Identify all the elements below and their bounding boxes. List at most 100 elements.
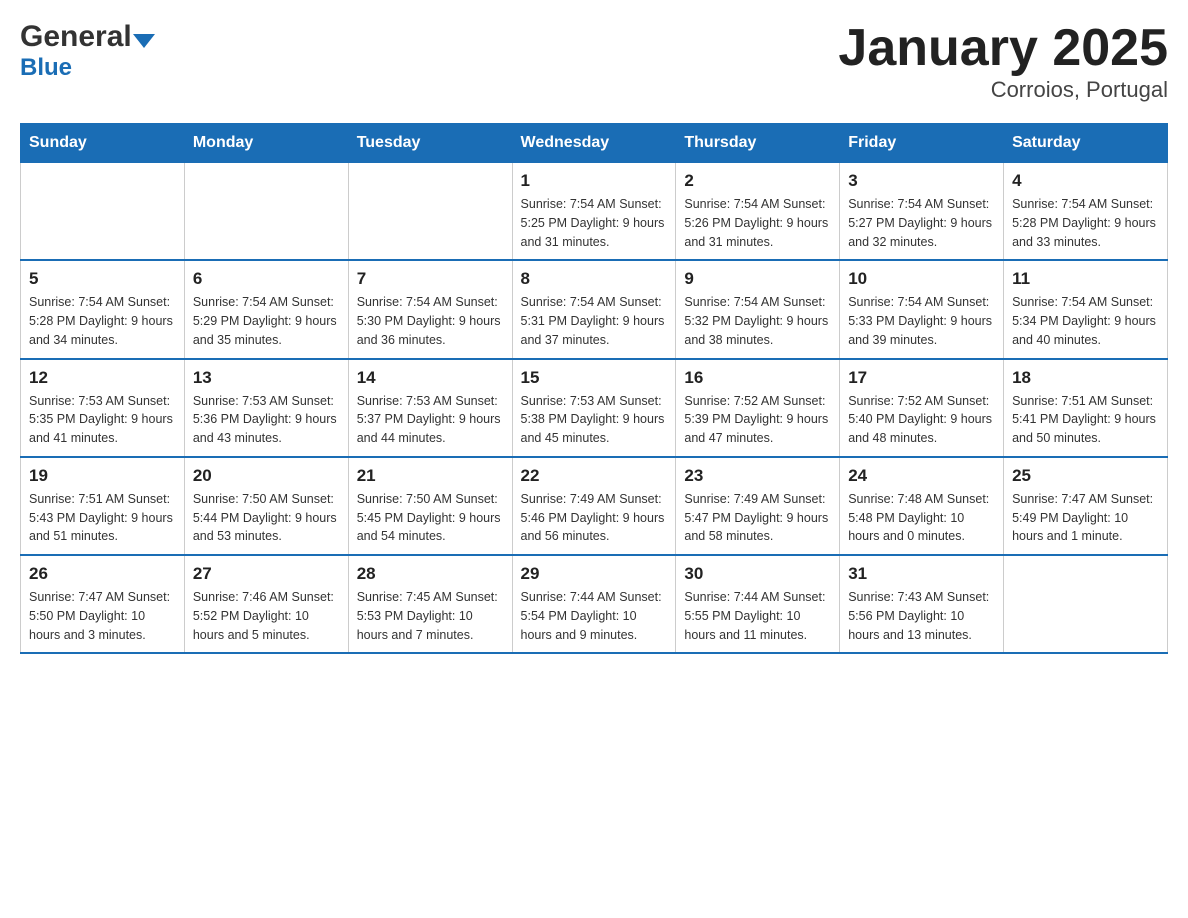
calendar-day-cell: 26Sunrise: 7:47 AM Sunset: 5:50 PM Dayli… <box>21 555 185 653</box>
day-info: Sunrise: 7:54 AM Sunset: 5:34 PM Dayligh… <box>1012 293 1159 349</box>
day-number: 1 <box>521 171 668 191</box>
day-info: Sunrise: 7:49 AM Sunset: 5:46 PM Dayligh… <box>521 490 668 546</box>
calendar-day-cell: 27 Sunrise: 7:46 AM Sunset: 5:52 PM Dayli… <box>184 555 348 653</box>
logo-blue-text: Blue <box>20 54 72 82</box>
day-info: Sunrise: 7:53 AM Sunset: 5:35 PM Dayligh… <box>29 392 176 448</box>
day-number: 14 <box>357 368 504 388</box>
day-info: Sunrise: 7:54 AM Sunset: 5:28 PM Dayligh… <box>1012 195 1159 251</box>
logo-triangle-icon <box>133 34 155 48</box>
calendar-day-cell: 19 Sunrise: 7:51 AM Sunset: 5:43 PM Dayli… <box>21 457 185 555</box>
day-info: Sunrise: 7:54 AM Sunset: 5:25 PM Dayligh… <box>521 195 668 251</box>
day-number: 4 <box>1012 171 1159 191</box>
calendar-day-cell: 13 Sunrise: 7:53 AM Sunset: 5:36 PM Dayli… <box>184 359 348 457</box>
calendar-week-row: 12 Sunrise: 7:53 AM Sunset: 5:35 PM Dayli… <box>21 359 1168 457</box>
calendar-day-cell: 22 Sunrise: 7:49 AM Sunset: 5:46 PM Dayli… <box>512 457 676 555</box>
day-info: Sunrise: 7:53 AM Sunset: 5:36 PM Dayligh… <box>193 392 340 448</box>
day-number: 12 <box>29 368 176 388</box>
day-info: Sunrise: 7:54 AM Sunset: 5:26 PM Dayligh… <box>684 195 831 251</box>
day-of-week-header: Monday <box>184 124 348 163</box>
calendar-day-cell <box>184 163 348 261</box>
calendar-day-cell: 24 Sunrise: 7:48 AM Sunset: 5:48 PM Dayli… <box>840 457 1004 555</box>
day-info: Sunrise: 7:47 AM Sunset: 5:49 PM Dayligh… <box>1012 490 1159 546</box>
calendar-table: SundayMondayTuesdayWednesdayThursdayFrid… <box>20 123 1168 654</box>
calendar-day-cell: 14 Sunrise: 7:53 AM Sunset: 5:37 PM Dayli… <box>348 359 512 457</box>
day-info: Sunrise: 7:49 AM Sunset: 5:47 PM Dayligh… <box>684 490 831 546</box>
calendar-day-cell: 11Sunrise: 7:54 AM Sunset: 5:34 PM Dayli… <box>1004 260 1168 358</box>
day-of-week-header: Wednesday <box>512 124 676 163</box>
day-number: 22 <box>521 466 668 486</box>
calendar-day-cell: 30 Sunrise: 7:44 AM Sunset: 5:55 PM Dayli… <box>676 555 840 653</box>
calendar-day-cell <box>1004 555 1168 653</box>
day-number: 28 <box>357 564 504 584</box>
calendar-week-row: 19 Sunrise: 7:51 AM Sunset: 5:43 PM Dayli… <box>21 457 1168 555</box>
day-number: 29 <box>521 564 668 584</box>
day-of-week-header: Tuesday <box>348 124 512 163</box>
calendar-day-cell: 17Sunrise: 7:52 AM Sunset: 5:40 PM Dayli… <box>840 359 1004 457</box>
day-number: 27 <box>193 564 340 584</box>
day-number: 10 <box>848 269 995 289</box>
calendar-day-cell: 31Sunrise: 7:43 AM Sunset: 5:56 PM Dayli… <box>840 555 1004 653</box>
calendar-day-cell: 4 Sunrise: 7:54 AM Sunset: 5:28 PM Daylig… <box>1004 163 1168 261</box>
day-info: Sunrise: 7:51 AM Sunset: 5:43 PM Dayligh… <box>29 490 176 546</box>
day-info: Sunrise: 7:54 AM Sunset: 5:29 PM Dayligh… <box>193 293 340 349</box>
calendar-day-cell: 23 Sunrise: 7:49 AM Sunset: 5:47 PM Dayli… <box>676 457 840 555</box>
calendar-day-cell: 6 Sunrise: 7:54 AM Sunset: 5:29 PM Daylig… <box>184 260 348 358</box>
logo-general-text: General <box>20 20 132 54</box>
day-info: Sunrise: 7:44 AM Sunset: 5:55 PM Dayligh… <box>684 588 831 644</box>
day-info: Sunrise: 7:54 AM Sunset: 5:27 PM Dayligh… <box>848 195 995 251</box>
calendar-day-cell <box>21 163 185 261</box>
day-number: 3 <box>848 171 995 191</box>
day-number: 13 <box>193 368 340 388</box>
day-info: Sunrise: 7:54 AM Sunset: 5:32 PM Dayligh… <box>684 293 831 349</box>
calendar-day-cell: 8 Sunrise: 7:54 AM Sunset: 5:31 PM Daylig… <box>512 260 676 358</box>
day-number: 25 <box>1012 466 1159 486</box>
day-info: Sunrise: 7:48 AM Sunset: 5:48 PM Dayligh… <box>848 490 995 546</box>
page-subtitle: Corroios, Portugal <box>838 77 1168 103</box>
day-info: Sunrise: 7:51 AM Sunset: 5:41 PM Dayligh… <box>1012 392 1159 448</box>
calendar-day-cell: 25 Sunrise: 7:47 AM Sunset: 5:49 PM Dayli… <box>1004 457 1168 555</box>
calendar-day-cell: 15Sunrise: 7:53 AM Sunset: 5:38 PM Dayli… <box>512 359 676 457</box>
page-title: January 2025 <box>838 20 1168 77</box>
calendar-day-cell: 2Sunrise: 7:54 AM Sunset: 5:26 PM Daylig… <box>676 163 840 261</box>
day-info: Sunrise: 7:44 AM Sunset: 5:54 PM Dayligh… <box>521 588 668 644</box>
calendar-day-cell: 21Sunrise: 7:50 AM Sunset: 5:45 PM Dayli… <box>348 457 512 555</box>
calendar-day-cell: 7Sunrise: 7:54 AM Sunset: 5:30 PM Daylig… <box>348 260 512 358</box>
calendar-week-row: 1 Sunrise: 7:54 AM Sunset: 5:25 PM Daylig… <box>21 163 1168 261</box>
day-number: 7 <box>357 269 504 289</box>
day-of-week-header: Sunday <box>21 124 185 163</box>
calendar-week-row: 26Sunrise: 7:47 AM Sunset: 5:50 PM Dayli… <box>21 555 1168 653</box>
day-info: Sunrise: 7:54 AM Sunset: 5:31 PM Dayligh… <box>521 293 668 349</box>
calendar-day-cell: 5 Sunrise: 7:54 AM Sunset: 5:28 PM Daylig… <box>21 260 185 358</box>
day-of-week-header: Friday <box>840 124 1004 163</box>
day-info: Sunrise: 7:52 AM Sunset: 5:39 PM Dayligh… <box>684 392 831 448</box>
day-number: 5 <box>29 269 176 289</box>
day-number: 17 <box>848 368 995 388</box>
calendar-day-cell: 12 Sunrise: 7:53 AM Sunset: 5:35 PM Dayli… <box>21 359 185 457</box>
day-number: 23 <box>684 466 831 486</box>
calendar-day-cell <box>348 163 512 261</box>
day-info: Sunrise: 7:50 AM Sunset: 5:44 PM Dayligh… <box>193 490 340 546</box>
day-number: 30 <box>684 564 831 584</box>
calendar-day-cell: 3 Sunrise: 7:54 AM Sunset: 5:27 PM Daylig… <box>840 163 1004 261</box>
day-info: Sunrise: 7:43 AM Sunset: 5:56 PM Dayligh… <box>848 588 995 644</box>
day-number: 18 <box>1012 368 1159 388</box>
calendar-day-cell: 9 Sunrise: 7:54 AM Sunset: 5:32 PM Daylig… <box>676 260 840 358</box>
day-number: 24 <box>848 466 995 486</box>
calendar-day-cell: 16 Sunrise: 7:52 AM Sunset: 5:39 PM Dayli… <box>676 359 840 457</box>
day-number: 15 <box>521 368 668 388</box>
day-number: 26 <box>29 564 176 584</box>
calendar-day-cell: 20 Sunrise: 7:50 AM Sunset: 5:44 PM Dayli… <box>184 457 348 555</box>
day-number: 6 <box>193 269 340 289</box>
day-number: 20 <box>193 466 340 486</box>
day-info: Sunrise: 7:53 AM Sunset: 5:37 PM Dayligh… <box>357 392 504 448</box>
title-block: January 2025 Corroios, Portugal <box>838 20 1168 103</box>
day-number: 9 <box>684 269 831 289</box>
day-number: 8 <box>521 269 668 289</box>
page-header: General Blue January 2025 Corroios, Port… <box>20 20 1168 103</box>
day-of-week-header: Saturday <box>1004 124 1168 163</box>
day-info: Sunrise: 7:46 AM Sunset: 5:52 PM Dayligh… <box>193 588 340 644</box>
day-number: 19 <box>29 466 176 486</box>
day-number: 16 <box>684 368 831 388</box>
day-info: Sunrise: 7:54 AM Sunset: 5:28 PM Dayligh… <box>29 293 176 349</box>
calendar-day-cell: 28Sunrise: 7:45 AM Sunset: 5:53 PM Dayli… <box>348 555 512 653</box>
